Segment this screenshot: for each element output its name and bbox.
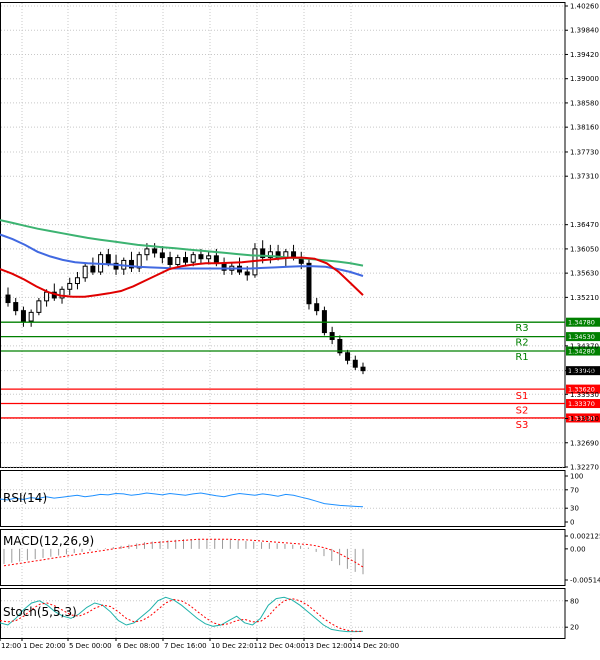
- pivot-name-r2: R2: [515, 338, 528, 349]
- time-tick-label: 7 Dec 16:00: [164, 642, 207, 650]
- pivot-name-s2: S2: [516, 406, 529, 417]
- candle-body: [306, 262, 312, 305]
- candle-body: [36, 300, 42, 313]
- candle-body: [175, 257, 181, 265]
- stoch-tick-label: 20: [570, 624, 579, 632]
- candle-body: [167, 257, 173, 265]
- time-tick-label: 12:00: [1, 642, 21, 650]
- candle-body: [28, 311, 34, 322]
- chart-canvas: R31.34780R21.34530R11.34280S11.33620S21.…: [0, 2, 600, 650]
- pivot-name-s1: S1: [516, 391, 529, 402]
- pivot-name-r3: R3: [515, 323, 528, 334]
- candle-body: [206, 255, 212, 260]
- rsi-panel: RSI(14): [0, 491, 364, 508]
- candle-body: [105, 254, 111, 264]
- price-tick-label: 1.37310: [570, 173, 599, 181]
- price-tick-label: 1.33530: [570, 391, 599, 399]
- candle-body: [90, 265, 96, 273]
- macd-tick-label: 0.002125: [570, 533, 600, 541]
- time-tick-label: 13 Dec 12:00: [305, 642, 352, 650]
- candle-body: [190, 254, 196, 263]
- time-tick-label: 14 Dec 20:00: [352, 642, 399, 650]
- candle-body: [5, 294, 11, 304]
- stoch-title: Stoch(5,5,3): [3, 605, 77, 619]
- candle-body: [213, 255, 219, 264]
- pivot-levels: R31.34780R21.34530R11.34280S11.33620S21.…: [1, 317, 600, 431]
- candle-body: [82, 265, 88, 279]
- price-tick-label: 1.35210: [570, 294, 599, 302]
- candle-body: [314, 303, 320, 312]
- candle-body: [360, 366, 366, 372]
- candle-body: [20, 310, 26, 322]
- price-tick-label: 1.33940: [570, 367, 599, 375]
- macd-tick-label: -0.005144: [570, 577, 600, 585]
- main-panel-frame: [0, 2, 566, 468]
- rsi-panel-frame: [0, 470, 566, 527]
- rsi-tick-label: 100: [570, 473, 583, 481]
- price-tick-label: 1.37730: [570, 148, 599, 156]
- price-tick-label: 1.38580: [570, 99, 599, 107]
- time-tick-label: 12 Dec 04:00: [258, 642, 305, 650]
- price-tick-label: 1.36050: [570, 245, 599, 253]
- pivot-name-r1: R1: [515, 352, 528, 363]
- candle-body: [144, 248, 150, 256]
- price-tick-label: 1.39840: [570, 27, 599, 35]
- pivot-value-tag: 1.34530: [568, 333, 595, 341]
- price-tick-label: 1.36470: [570, 221, 599, 229]
- price-tick-label: 1.39420: [570, 51, 599, 59]
- candle-body: [74, 277, 80, 285]
- candle-body: [244, 271, 250, 276]
- rsi-title: RSI(14): [3, 491, 47, 505]
- stoch-tick-label: 80: [570, 597, 579, 605]
- stoch-panel: Stoch(5,5,3): [0, 596, 364, 633]
- time-tick-label: 5 Dec 00:00: [69, 642, 112, 650]
- price-tick-label: 1.32690: [570, 439, 599, 447]
- pivot-name-s3: S3: [516, 420, 529, 431]
- axes-layer: 1.40260 1.39840 1.39420 1.39000 1.38580 1.381…: [0, 3, 600, 650]
- candle-body: [13, 302, 19, 312]
- price-tick-label: 1.39000: [570, 75, 599, 83]
- pivot-value-tag: 1.34780: [568, 319, 595, 327]
- price-tick-label: 1.33110: [570, 415, 599, 423]
- candle-body: [198, 254, 204, 260]
- stoch-panel-frame: [0, 588, 566, 639]
- macd-tick-label: 0.00: [570, 545, 586, 553]
- candle-body: [159, 252, 165, 259]
- price-tick-label: 1.35630: [570, 270, 599, 278]
- candle-body: [183, 257, 188, 263]
- candle-body: [67, 283, 73, 290]
- candle-body: [345, 352, 351, 361]
- price-tick-label: 1.38160: [570, 124, 599, 132]
- time-tick-label: 10 Dec 22:01: [211, 642, 258, 650]
- time-tick-label: 6 Dec 08:00: [117, 642, 160, 650]
- price-tick-label: 1.40260: [570, 3, 599, 11]
- pivot-value-tag: 1.33370: [568, 400, 595, 408]
- rsi-tick-label: 0: [570, 519, 574, 527]
- forex-chart: R3 1.34780 R2 1.34530 R1 1.34280 S1 1.33620 S2 1.…: [0, 0, 600, 656]
- rsi-line: [0, 492, 364, 508]
- time-tick-label: 1 Dec 20:00: [23, 642, 66, 650]
- rsi-tick-label: 30: [570, 505, 579, 513]
- candle-body: [352, 359, 358, 368]
- macd-panel: MACD(12,26,9): [3, 534, 364, 575]
- rsi-tick-label: 70: [570, 486, 579, 494]
- macd-title: MACD(12,26,9): [3, 534, 94, 548]
- candle-body: [152, 248, 158, 254]
- candle-body: [44, 291, 50, 302]
- price-tick-label: 1.34370: [570, 342, 599, 350]
- price-tick-label: 1.32270: [570, 464, 599, 472]
